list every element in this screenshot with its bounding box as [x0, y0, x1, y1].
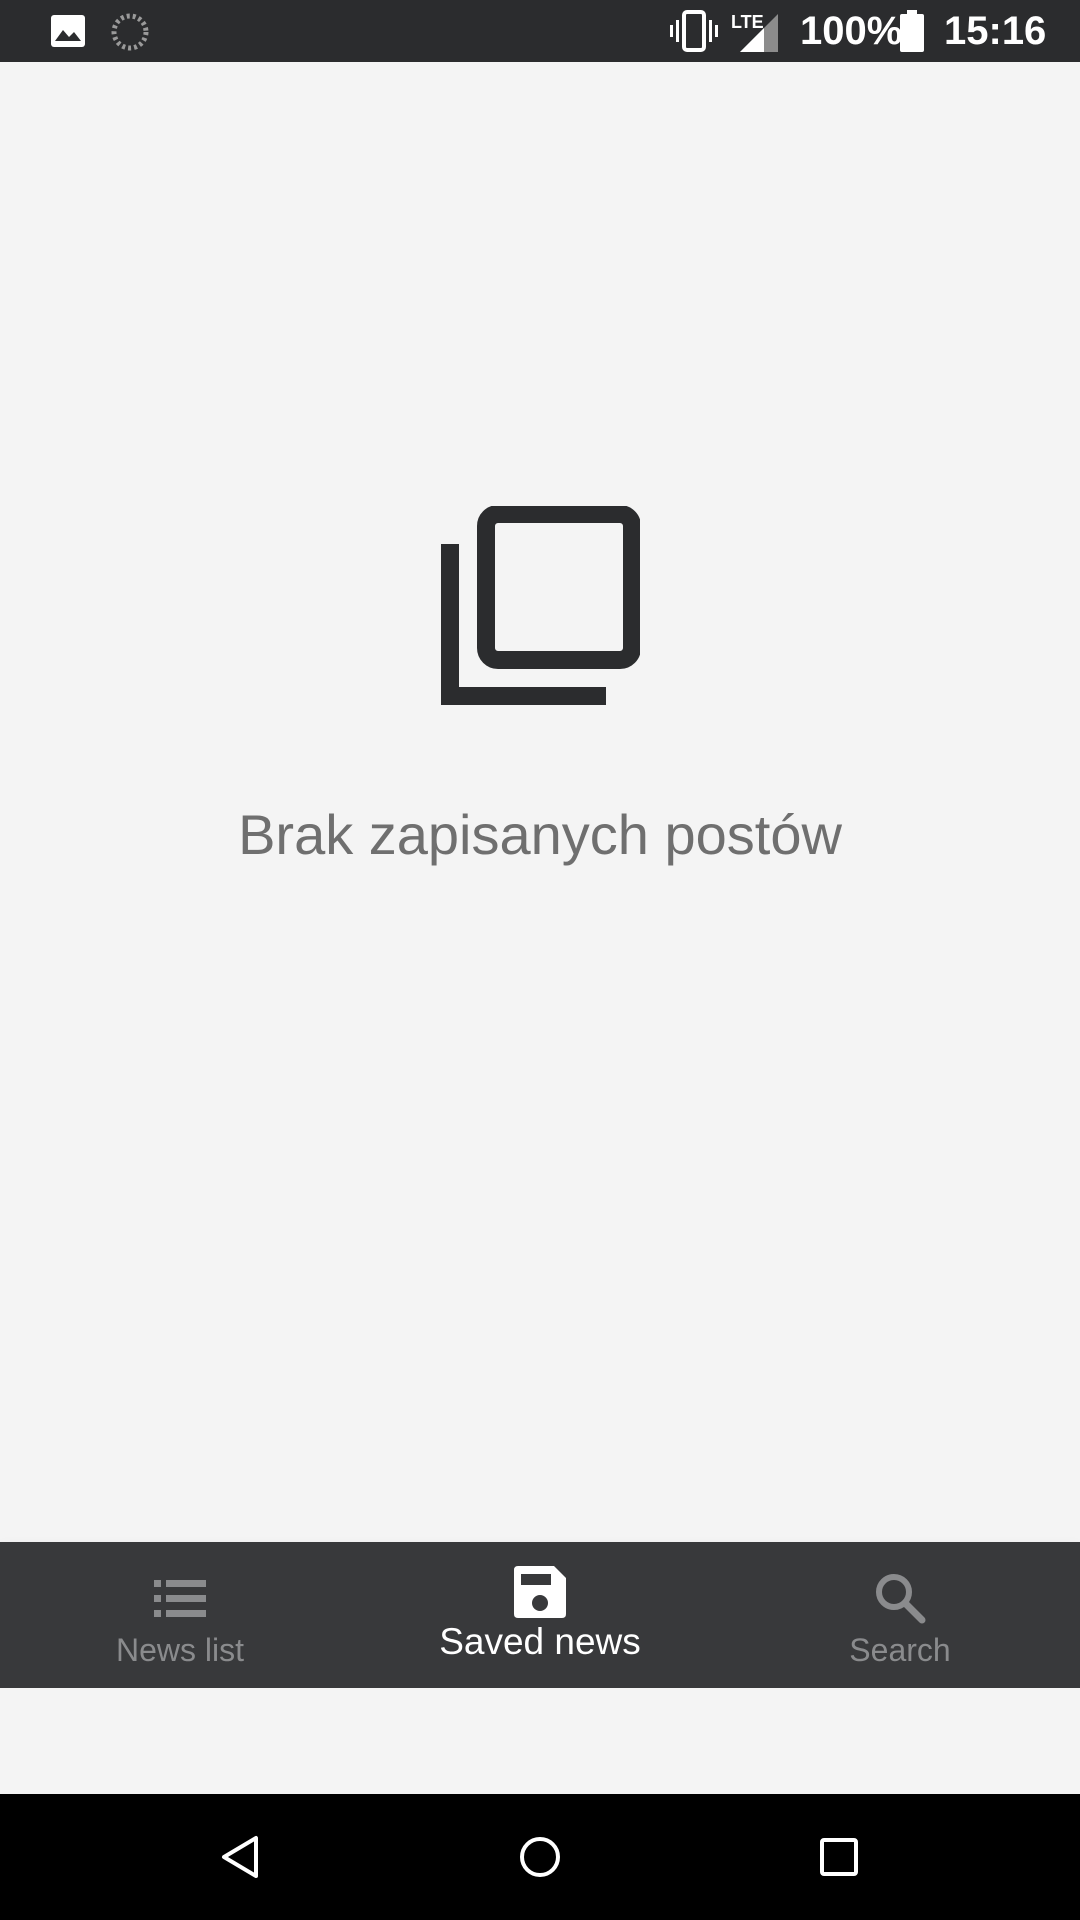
recents-icon[interactable] — [814, 1832, 864, 1882]
home-icon[interactable] — [515, 1832, 565, 1882]
search-icon — [876, 1574, 926, 1624]
nav-item-news-list[interactable]: News list — [0, 1542, 360, 1688]
clock: 15:16 — [944, 9, 1047, 53]
bottom-navigation: News list Saved news Search — [0, 1542, 1080, 1688]
vibrate-icon — [670, 10, 718, 52]
nav-item-search[interactable]: Search — [720, 1542, 1080, 1688]
copy-icon — [441, 506, 640, 705]
system-navigation-bar — [0, 1794, 1080, 1920]
image-icon — [51, 15, 85, 47]
signal-icon — [740, 14, 778, 52]
empty-state-message: Brak zapisanych postów — [238, 803, 842, 866]
nav-label-saved-news: Saved news — [439, 1621, 641, 1662]
list-icon — [154, 1580, 206, 1617]
back-icon[interactable] — [216, 1832, 266, 1882]
nav-label-search: Search — [849, 1632, 951, 1668]
screen: LTE 100% 15:16 Brak zapisanych postów Ne… — [0, 0, 1080, 1920]
nav-label-news-list: News list — [115, 1632, 244, 1668]
save-icon — [514, 1566, 566, 1618]
status-bar: LTE 100% 15:16 — [0, 0, 1080, 62]
saved-news-content: Brak zapisanych postów — [0, 62, 1080, 1542]
loading-icon — [111, 13, 149, 51]
nav-item-saved-news[interactable]: Saved news — [360, 1542, 720, 1688]
battery-percent: 100% — [800, 9, 903, 53]
content-below-nav — [0, 1688, 1080, 1794]
battery-icon — [900, 10, 924, 52]
